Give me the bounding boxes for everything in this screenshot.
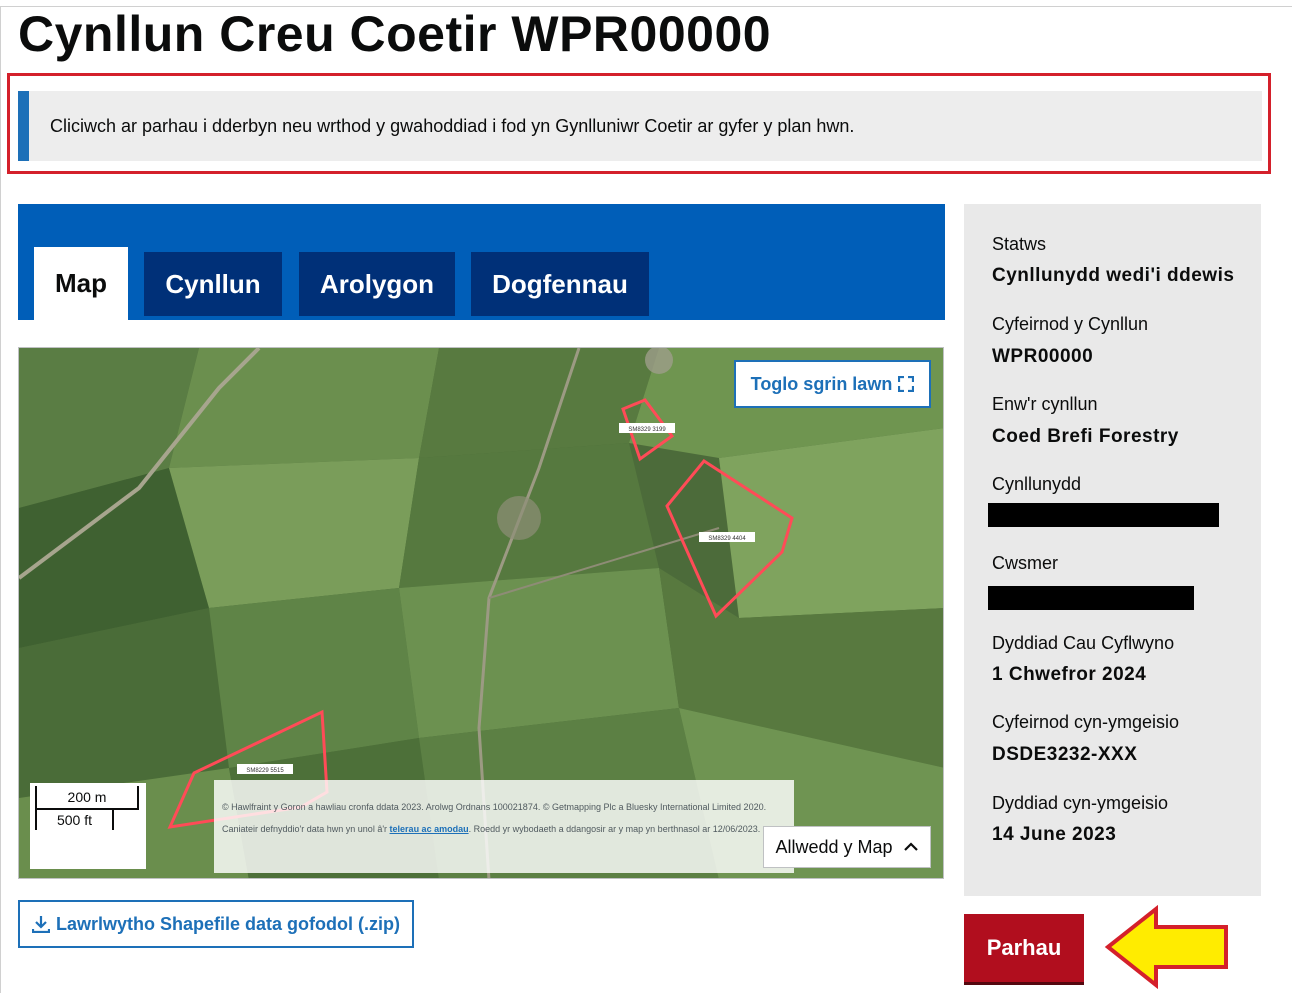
fullscreen-icon — [898, 376, 915, 392]
summary-panel: Statws Cynllunydd wedi'i ddewis Cyfeirno… — [964, 204, 1261, 896]
tab-map[interactable]: Map — [34, 247, 128, 320]
plan-ref-value: WPR00000 — [992, 346, 1094, 367]
continue-button[interactable]: Parhau — [964, 914, 1084, 982]
map-legend-label: Allwedd y Map — [775, 836, 893, 857]
map-panel[interactable]: SM8329 3199 SM8329 4404 SM8229 5515 Togl… — [18, 347, 944, 879]
fullscreen-toggle-button[interactable]: Toglo sgrin lawn — [734, 360, 931, 408]
status-value: Cynllunydd wedi'i ddewis — [992, 265, 1235, 286]
tab-cynllun[interactable]: Cynllun — [144, 252, 282, 316]
customer-redacted — [988, 586, 1194, 610]
chevron-up-icon — [903, 842, 918, 851]
parcel-label-3: SM8229 5515 — [246, 768, 284, 774]
download-shapefile-button[interactable]: Lawrlwytho Shapefile data gofodol (.zip) — [18, 900, 414, 948]
pre-app-date-value: 14 June 2023 — [992, 824, 1117, 845]
parcel-label-2: SM8329 4404 — [708, 536, 746, 542]
tabs-bar: Map Cynllun Arolygon Dogfennau — [18, 204, 945, 320]
status-label: Statws — [992, 234, 1047, 254]
closing-date-value: 1 Chwefror 2024 — [992, 664, 1147, 685]
planner-label: Cynllunydd — [992, 474, 1082, 494]
terms-link[interactable]: telerau ac amodau — [390, 824, 469, 834]
notice-text: Cliciwch ar parhau i dderbyn neu wrthod … — [50, 115, 855, 136]
download-label: Lawrlwytho Shapefile data gofodol (.zip) — [55, 913, 400, 934]
parcel-label-1: SM8329 3199 — [628, 427, 666, 433]
map-attribution: © Hawlfraint y Goron a hawliau cronfa dd… — [214, 780, 794, 873]
closing-date-label: Dyddiad Cau Cyflwyno — [992, 633, 1175, 653]
notice-inset-text: Cliciwch ar parhau i dderbyn neu wrthod … — [18, 91, 1262, 161]
plan-ref-label: Cyfeirnod y Cynllun — [992, 314, 1149, 334]
pre-app-ref-value: DSDE3232-XXX — [992, 744, 1138, 765]
map-legend-button[interactable]: Allwedd y Map — [763, 826, 931, 868]
tab-dogfennau[interactable]: Dogfennau — [471, 252, 649, 316]
attribution-text-2: . Roedd yr wybodaeth a ddangosir ar y ma… — [468, 824, 761, 834]
pre-app-date-label: Dyddiad cyn-ymgeisio — [992, 793, 1169, 813]
plan-name-label: Enw'r cynllun — [992, 394, 1098, 414]
plan-name-value: Coed Brefi Forestry — [992, 426, 1179, 447]
planner-redacted — [988, 503, 1219, 527]
pre-app-ref-label: Cyfeirnod cyn-ymgeisio — [992, 712, 1180, 732]
customer-label: Cwsmer — [992, 553, 1058, 573]
annotation-arrow-icon — [1104, 905, 1228, 989]
scale-imperial: 500 ft — [35, 810, 114, 830]
map-scale-bar: 200 m 500 ft — [30, 783, 146, 869]
tab-arolygon[interactable]: Arolygon — [299, 252, 455, 316]
scale-metric: 200 m — [35, 786, 139, 810]
left-border — [0, 6, 1, 993]
download-icon — [31, 916, 50, 933]
page-title: Cynllun Creu Coetir WPR00000 — [18, 6, 772, 62]
fullscreen-toggle-label: Toglo sgrin lawn — [750, 373, 893, 394]
